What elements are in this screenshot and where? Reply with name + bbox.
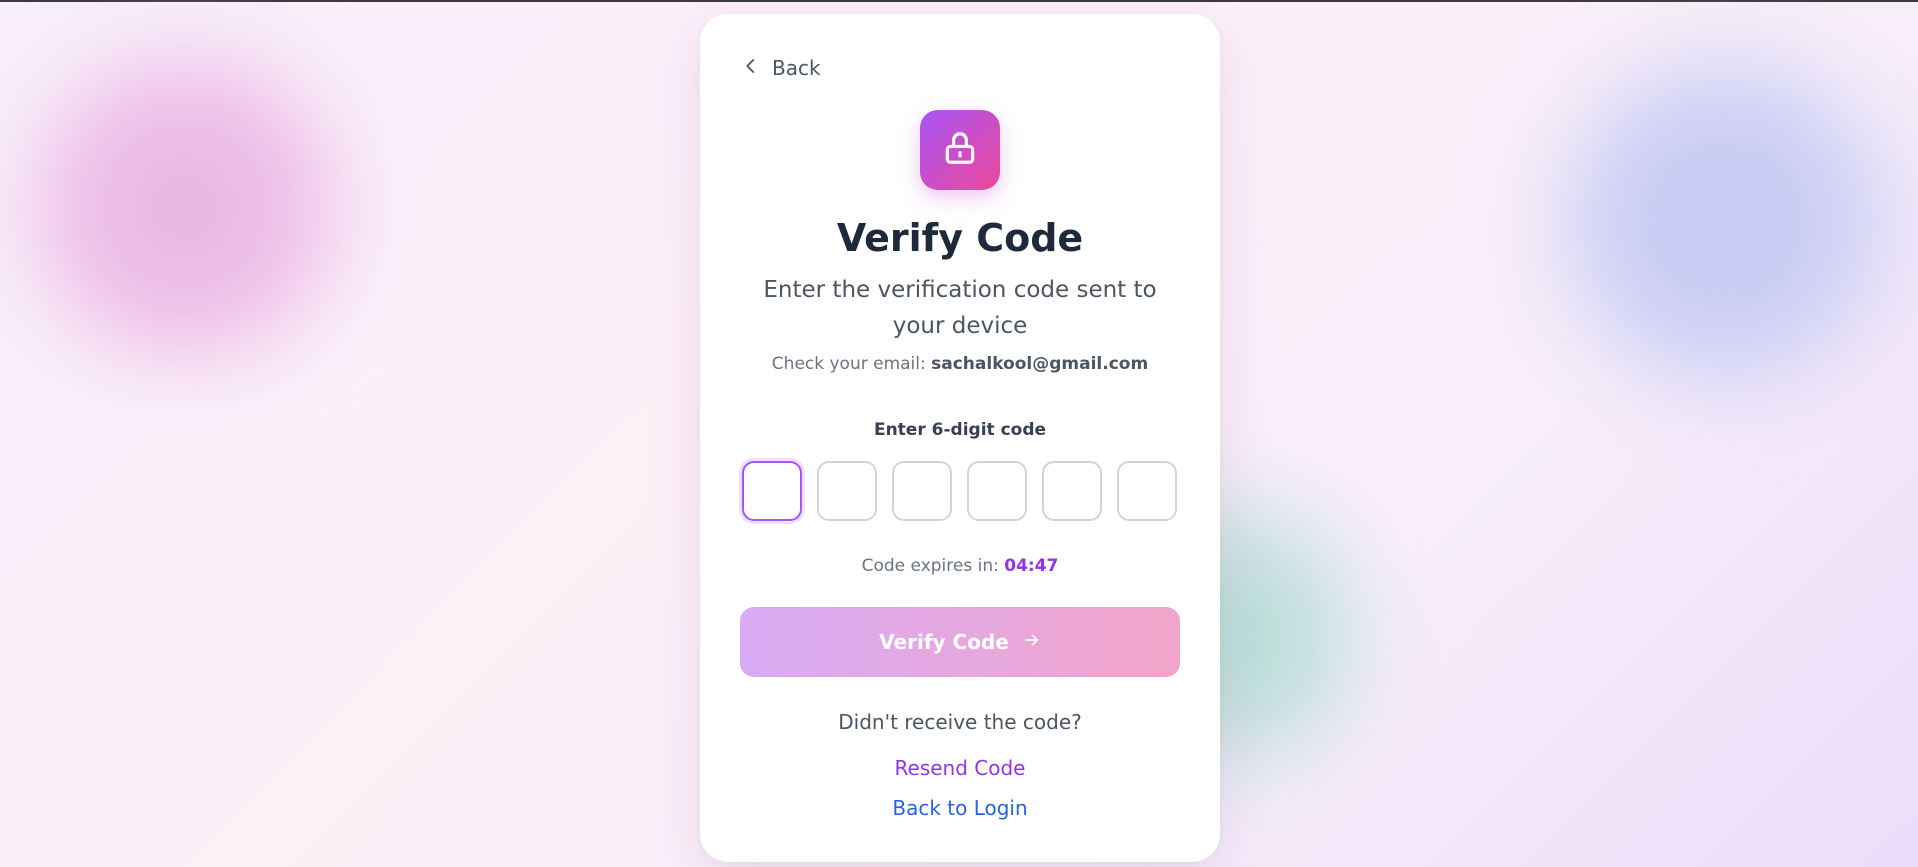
code-digit-2[interactable] [817,461,877,521]
page-title: Verify Code [836,216,1084,260]
code-label: Enter 6-digit code [873,420,1047,440]
expiry-notice: Code expires in: 04:47 [700,556,1220,576]
back-to-login-link[interactable]: Back to Login [700,796,1220,820]
expiry-timer: 04:47 [1004,556,1059,576]
back-label: Back [772,56,821,80]
expiry-prefix: Code expires in: [861,556,1005,576]
back-link[interactable]: Back [742,56,821,80]
verify-button-label: Verify Code [879,630,1009,654]
background-blob-pink [10,42,360,372]
email-prefix: Check your email: [771,354,932,374]
code-digit-1[interactable] [742,461,802,521]
arrow-right-icon [1023,630,1041,654]
email-address: sachalkool@gmail.com [931,354,1149,374]
lock-icon-tile [920,110,1000,190]
page-subtitle: Enter the verification code sent to your… [763,277,1157,339]
background-blob-blue [1540,42,1910,402]
lock-icon [941,129,979,171]
code-digit-6[interactable] [1117,461,1177,521]
verify-code-button[interactable]: Verify Code [740,607,1180,677]
email-notice: Check your email: sachalkool@gmail.com [700,354,1220,374]
code-digit-3[interactable] [892,461,952,521]
code-input-row [742,461,1177,521]
didnt-receive-text: Didn't receive the code? [838,710,1082,734]
code-digit-4[interactable] [967,461,1027,521]
chevron-left-icon [742,56,760,80]
verify-card: Back Verify Code Enter the verification … [700,14,1220,862]
code-digit-5[interactable] [1042,461,1102,521]
resend-code-link[interactable]: Resend Code [700,756,1220,780]
